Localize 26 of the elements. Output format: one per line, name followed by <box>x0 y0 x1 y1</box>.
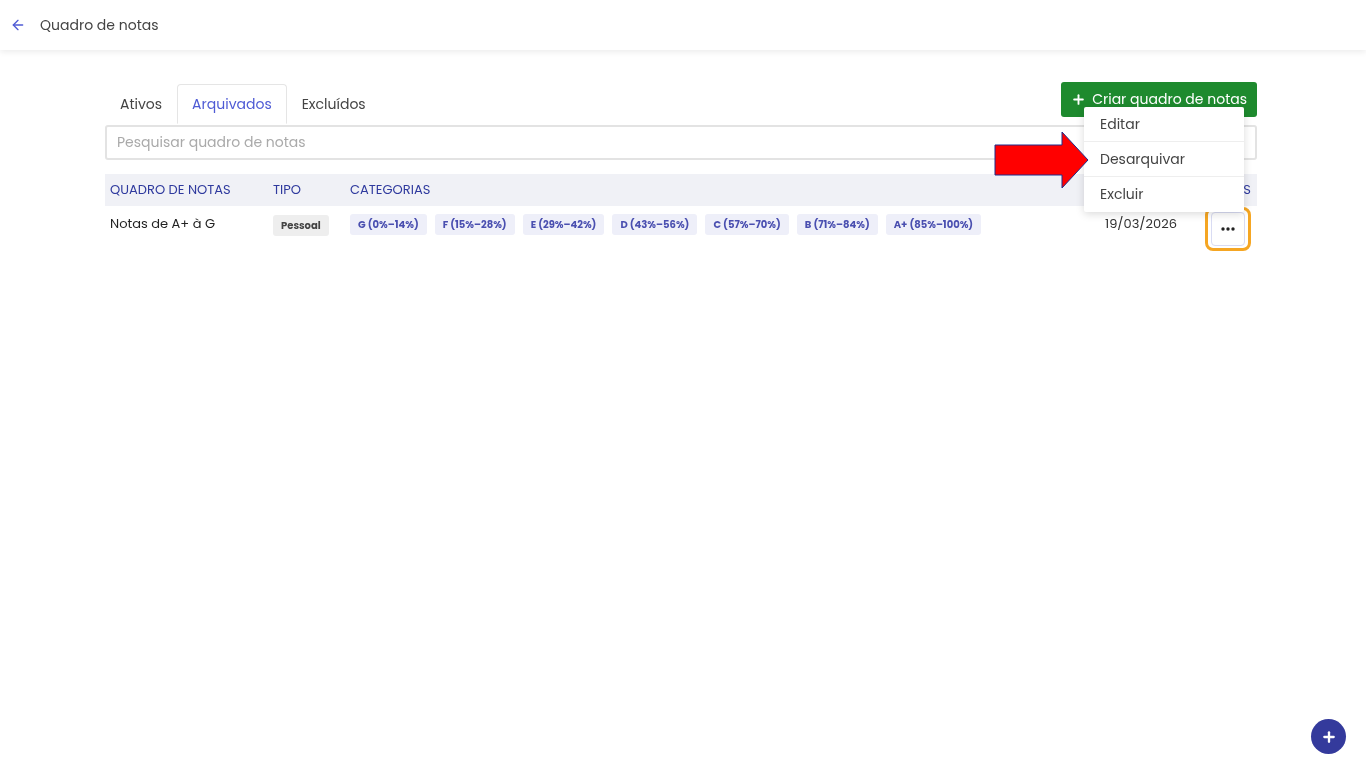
category-tag: C (57%–70%) <box>705 213 789 235</box>
category-tag: A+ (85%–100%) <box>885 213 982 235</box>
column-header: QUADRO DE NOTAS <box>109 180 232 200</box>
column-header: TIPO <box>273 180 302 200</box>
tab[interactable]: Ativos <box>105 84 178 124</box>
back-icon[interactable] <box>10 17 26 33</box>
menu-item[interactable]: Excluir <box>1084 177 1244 212</box>
arrow-icon <box>994 131 1090 189</box>
category-tag: D (43%–56%) <box>612 213 698 235</box>
menu-item[interactable]: Editar <box>1084 107 1244 142</box>
category-tag: G (0%–14%) <box>350 213 427 235</box>
table-cell-text: Notas de A+ à G <box>109 214 217 234</box>
category-tag: E (29%–42%) <box>522 213 605 235</box>
page-title: Quadro de notas <box>40 14 159 36</box>
tab[interactable]: Excluídos <box>286 84 381 124</box>
type-badge: Pessoal <box>273 215 329 236</box>
tab[interactable]: Arquivados <box>177 84 287 124</box>
add-button[interactable] <box>1311 719 1346 754</box>
plus-icon <box>1071 92 1087 107</box>
column-header: S <box>1243 180 1252 200</box>
category-tag: F (15%–28%) <box>434 213 515 235</box>
category-tag: B (71%–84%) <box>796 213 878 235</box>
column-header: CATEGORIAS <box>350 180 431 200</box>
more-icon <box>1221 227 1235 231</box>
plus-icon <box>1320 728 1337 745</box>
table-cell-text: 19/03/2026 <box>1105 214 1178 234</box>
